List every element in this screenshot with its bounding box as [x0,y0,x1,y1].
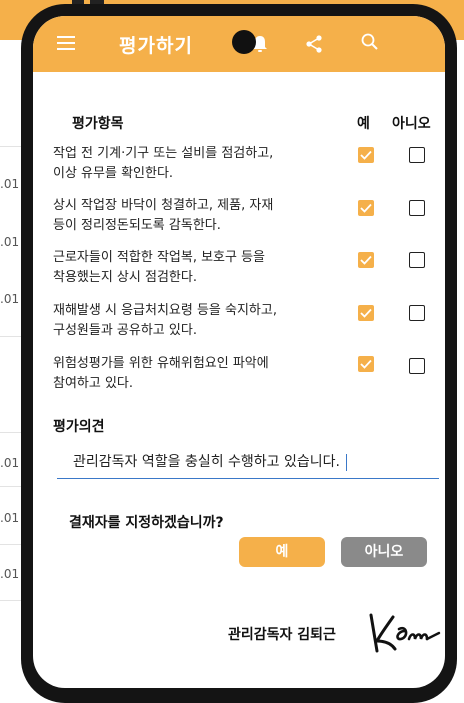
handwritten-signature [365,607,445,661]
no-checkbox[interactable] [409,305,425,321]
text-caret [345,453,348,471]
no-checkbox[interactable] [409,147,425,163]
evaluation-item: 위험성평가를 위한 유해위험요인 파악에 참여하고 있다. [53,356,269,391]
share-icon[interactable] [304,34,324,58]
phone-frame: 평가하기 평가항목 예 아니오 작업 전 기계·기구 또는 설비를 점검하고, … [21,4,457,703]
search-icon[interactable] [360,32,380,56]
phone-screen: 평가하기 평가항목 예 아니오 작업 전 기계·기구 또는 설비를 점검하고, … [33,16,445,688]
menu-icon[interactable] [57,36,75,50]
camera-notch [232,30,256,54]
evaluation-item: 상시 작업장 바닥이 청결하고, 제품, 자재 등이 정리정돈되도록 감독한다. [53,198,274,233]
no-checkbox[interactable] [409,358,425,374]
opinion-section-title: 평가의견 [53,419,105,435]
approver-question: 결재자를 지정하겠습니까? [69,515,224,531]
yes-checkbox[interactable] [358,305,374,321]
no-checkbox[interactable] [409,252,425,268]
yes-column-header: 예 [357,116,370,132]
yes-checkbox[interactable] [358,356,374,372]
approver-no-button[interactable]: 아니오 [341,537,427,567]
background-row-number: .01 [0,235,20,249]
yes-checkbox[interactable] [358,252,374,268]
page-title: 평가하기 [119,35,193,57]
background-row-number: .01 [0,511,20,525]
no-checkbox[interactable] [409,200,425,216]
background-row-number: .01 [0,567,20,581]
yes-checkbox[interactable] [358,200,374,216]
background-row-number: .01 [0,456,20,470]
approver-yes-button[interactable]: 예 [239,537,325,567]
no-column-header: 아니오 [392,116,431,132]
signer-name: 관리감독자 김퇴근 [228,627,336,643]
background-row-number: .01 [0,292,20,306]
opinion-input[interactable]: 관리감독자 역할을 충실히 수행하고 있습니다. [57,448,439,479]
background-row-number: .01 [0,177,20,191]
evaluation-section-title: 평가항목 [72,116,124,132]
evaluation-item: 작업 전 기계·기구 또는 설비를 점검하고, 이상 유무를 확인한다. [53,146,274,181]
evaluation-item: 재해발생 시 응급처치요령 등을 숙지하고, 구성원들과 공유하고 있다. [53,303,277,338]
evaluation-item: 근로자들이 적합한 작업복, 보호구 등을 착용했는지 상시 점검한다. [53,250,266,285]
yes-checkbox[interactable] [358,147,374,163]
